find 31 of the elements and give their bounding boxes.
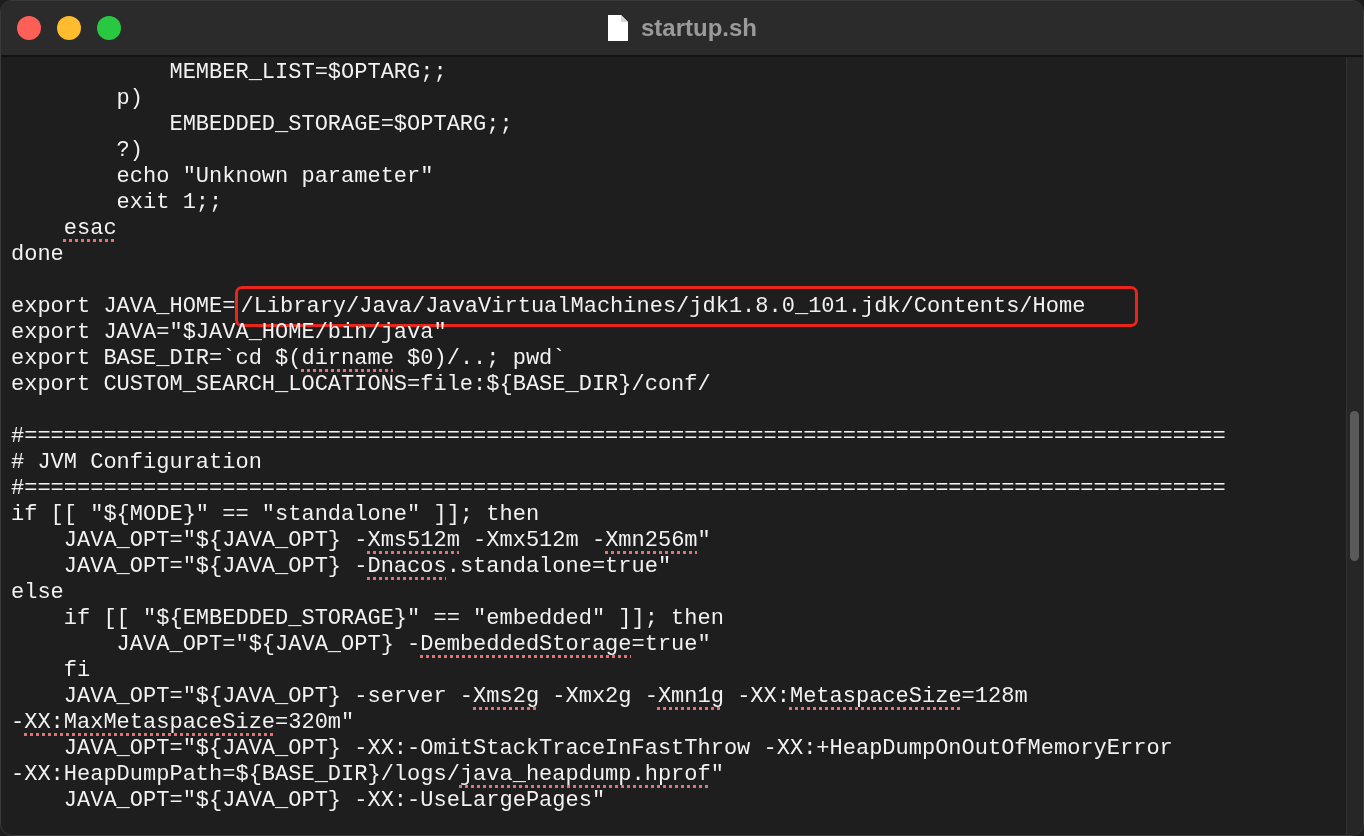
- code-line: EMBEDDED_STORAGE=$OPTARG;;: [168, 112, 514, 138]
- code-line: fi: [62, 658, 92, 684]
- code-line: ?): [115, 138, 145, 164]
- code-line: # JVM Configuration: [11, 450, 263, 476]
- code-line: -XX:MaxMetaspaceSize=320m": [11, 710, 356, 736]
- code-line: p): [115, 86, 145, 112]
- code-line: else: [11, 580, 65, 606]
- code-line: esac: [62, 216, 118, 242]
- minimize-button[interactable]: [57, 16, 81, 40]
- code-line: echo "Unknown parameter": [115, 164, 435, 190]
- code-line: if [[ "${EMBEDDED_STORAGE}" == "embedded" ]]; then: [62, 606, 725, 632]
- code-line: JAVA_OPT="${JAVA_OPT} -Dnacos.standalone=true": [62, 554, 673, 580]
- document-icon: [607, 14, 629, 42]
- code-line: done: [11, 242, 65, 268]
- code-line: JAVA_OPT="${JAVA_OPT} -XX:-UseLargePages": [62, 788, 607, 814]
- code-line: JAVA_OPT="${JAVA_OPT} -server -Xms2g -Xmx2g -Xmn1g -XX:MetaspaceSize=128m: [62, 684, 1029, 710]
- close-button[interactable]: [17, 16, 41, 40]
- code-line: MEMBER_LIST=$OPTARG;;: [168, 60, 448, 86]
- code-line: #===========================================================================================: [11, 476, 1227, 502]
- code-line: #===========================================================================================: [11, 424, 1227, 450]
- code-line: JAVA_OPT="${JAVA_OPT} -DembeddedStorage=true": [115, 632, 712, 658]
- code-line: export BASE_DIR=`cd $(dirname $0)/..; pwd`: [11, 346, 567, 372]
- window-title: startup.sh: [641, 14, 757, 42]
- code-line: JAVA_OPT="${JAVA_OPT} -XX:-OmitStackTraceInFastThrow -XX:+HeapDumpOnOutOfMemoryError: [62, 736, 1174, 762]
- code-line: exit 1;;: [115, 190, 224, 216]
- code-line: if [[ "${MODE}" == "standalone" ]]; then: [11, 502, 541, 528]
- code-line: -XX:HeapDumpPath=${BASE_DIR}/logs/java_heapdump.hprof": [11, 762, 725, 788]
- code-line: JAVA_OPT="${JAVA_OPT} -Xms512m -Xmx512m -Xmn256m": [62, 528, 712, 554]
- zoom-button[interactable]: [97, 16, 121, 40]
- scrollbar-thumb[interactable]: [1350, 411, 1359, 561]
- code-line: export CUSTOM_SEARCH_LOCATIONS=file:${BASE_DIR}/conf/: [11, 372, 712, 398]
